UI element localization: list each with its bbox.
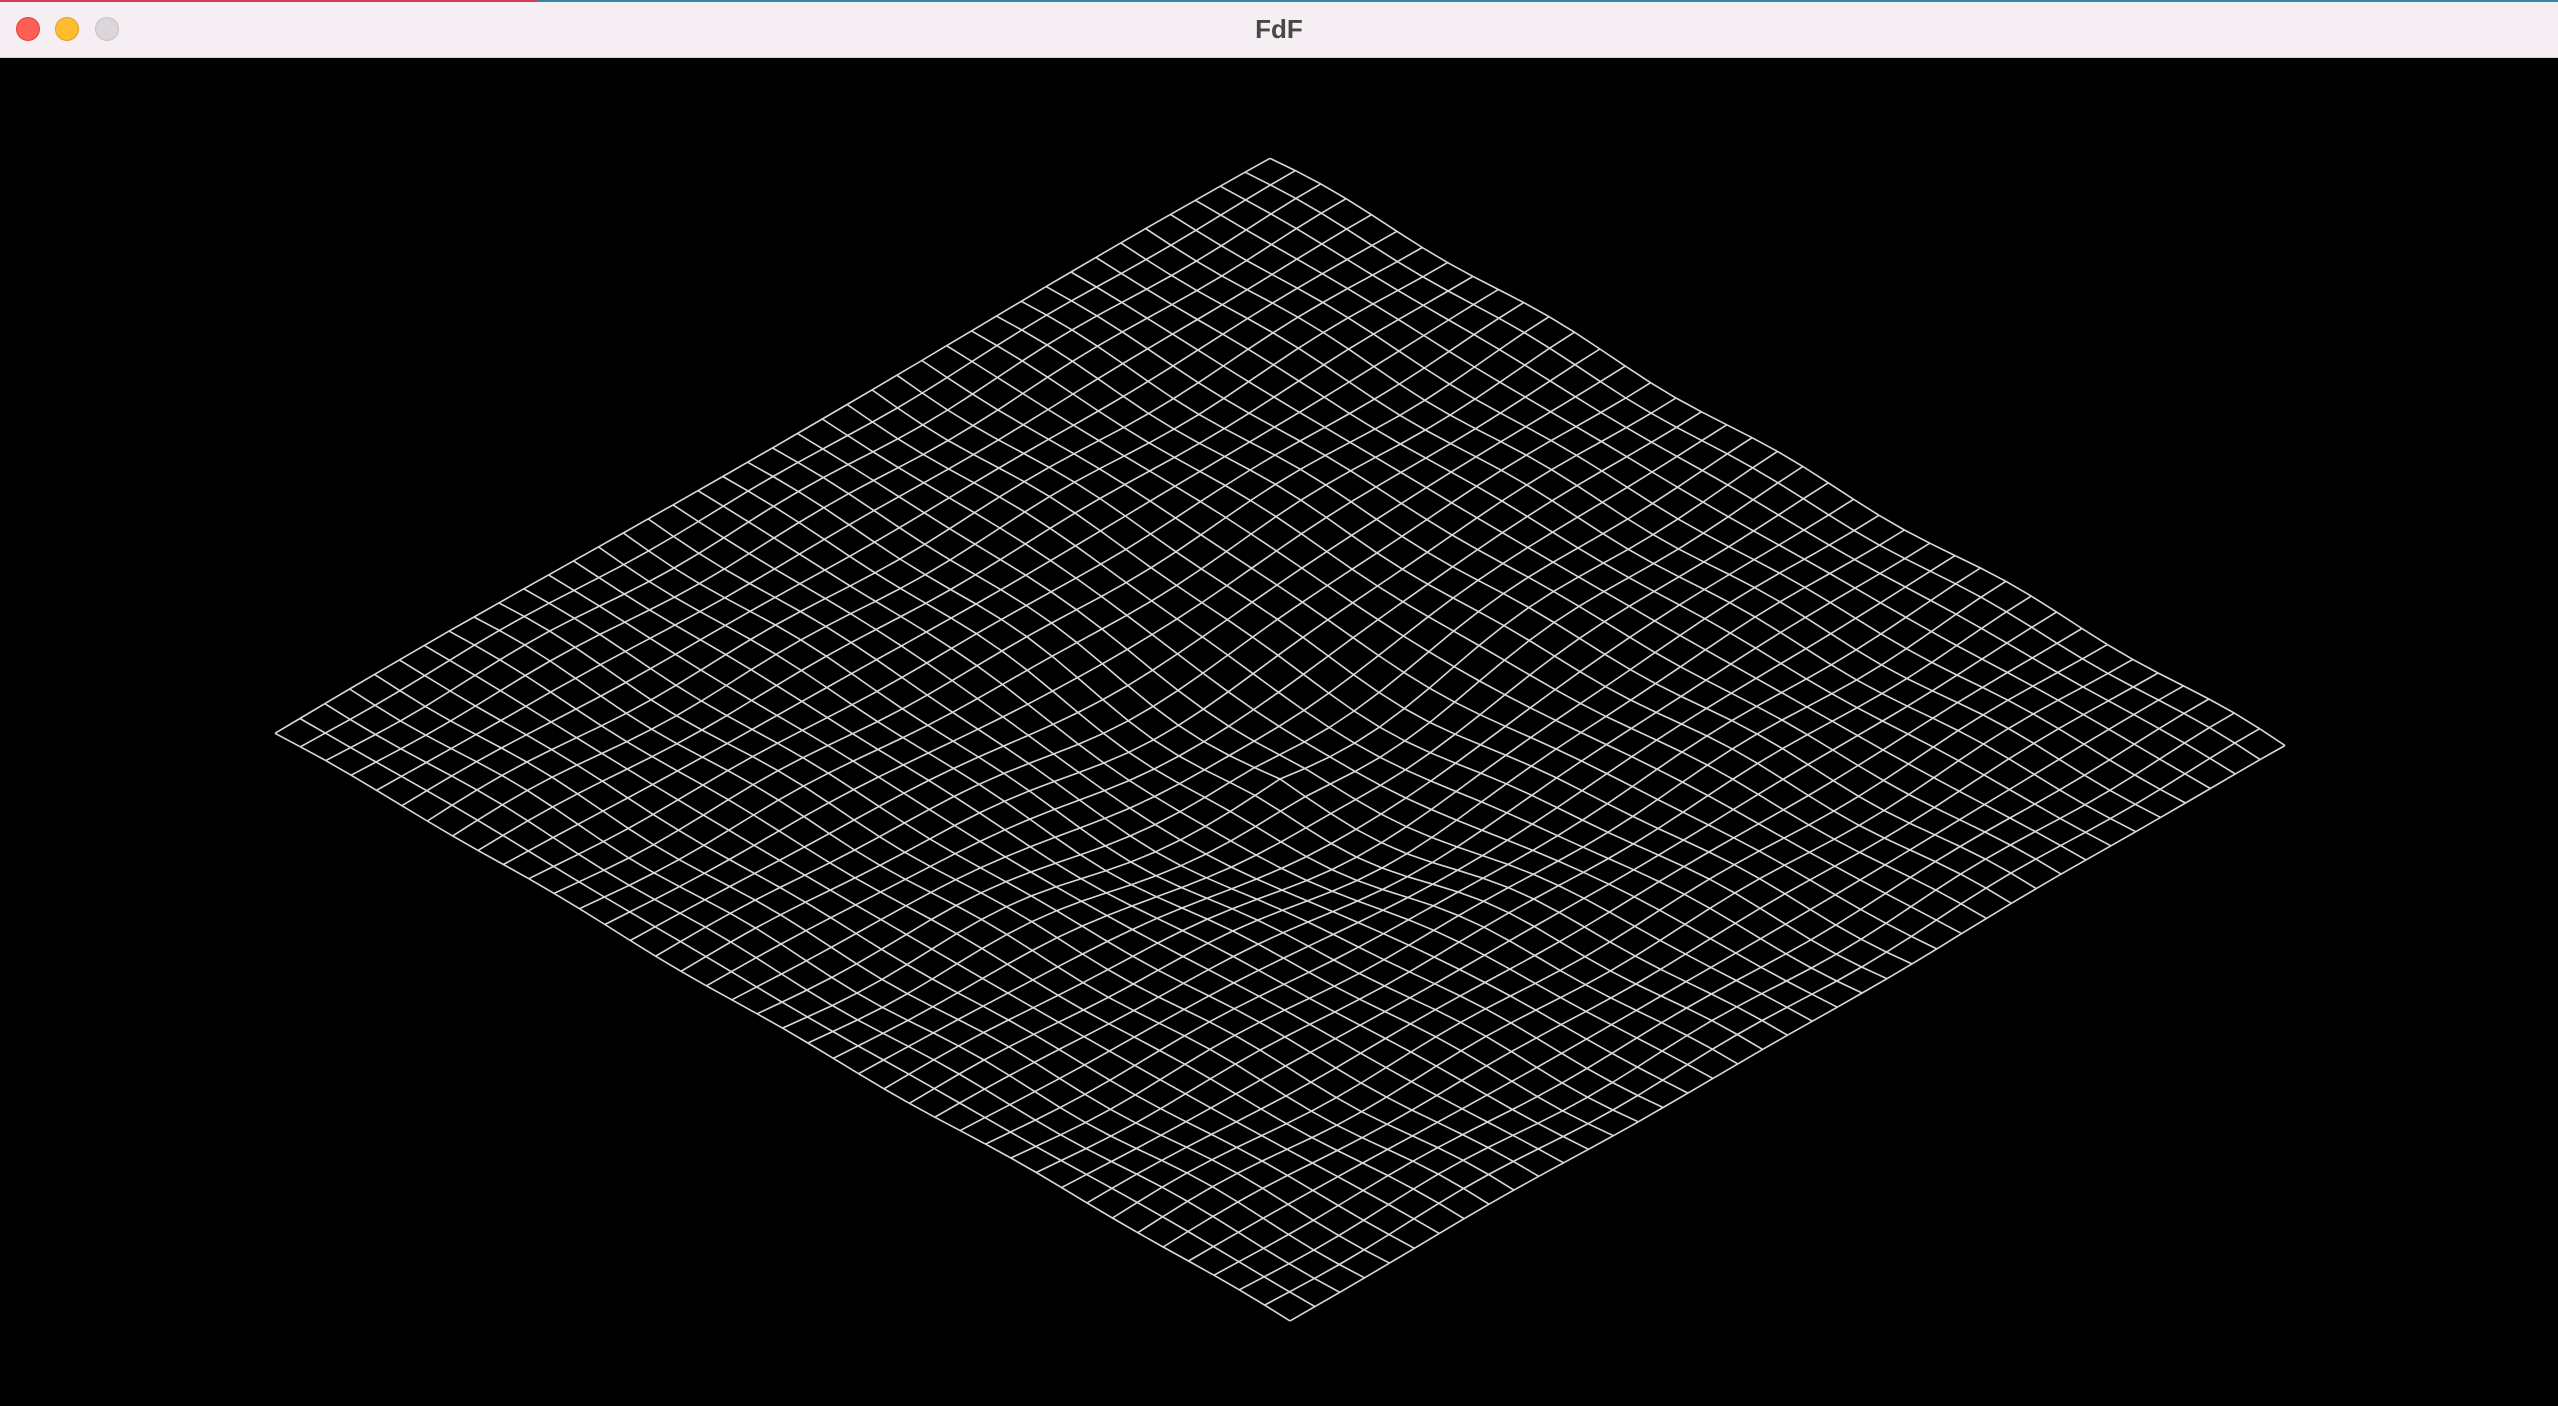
- wire-column-line: [731, 424, 1728, 1001]
- wire-row-line: [1070, 271, 2087, 861]
- wire-row-line: [423, 644, 1440, 1235]
- wire-column-line: [959, 554, 1956, 1132]
- wire-column-line: [300, 169, 1296, 748]
- wire-row-line: [821, 418, 1838, 1008]
- wire-column-line: [1086, 627, 2083, 1204]
- wire-row-line: [548, 574, 1564, 1164]
- wire-column-line: [579, 331, 1575, 910]
- wire-column-line: [832, 482, 1829, 1060]
- render-viewport[interactable]: [0, 58, 2558, 1406]
- wire-row-line: [349, 688, 1365, 1279]
- wire-row-line: [1020, 300, 2037, 890]
- wire-row-line: [299, 717, 1316, 1308]
- window-title: FdF: [1255, 14, 1303, 44]
- wire-row-line: [747, 461, 1764, 1051]
- wire-row-line: [324, 703, 1341, 1294]
- wireframe-mesh: [274, 157, 2286, 1322]
- wire-column-line: [376, 214, 1372, 791]
- wire-row-line: [1244, 171, 2261, 761]
- wire-column-line: [1238, 712, 2235, 1291]
- wire-column-line: [1035, 595, 2032, 1174]
- wire-row-line: [274, 732, 1291, 1322]
- wire-column-line: [1010, 580, 2007, 1159]
- wire-row-line: [971, 330, 1987, 920]
- wire-column-line: [1162, 672, 2159, 1248]
- wire-row-line: [398, 659, 1415, 1250]
- fdf-window: FdF: [0, 0, 2558, 1406]
- wire-row-line: [1045, 285, 2062, 875]
- wire-row-line: [523, 588, 1540, 1177]
- wire-column-line: [1264, 728, 2261, 1306]
- wire-column-line: [1188, 685, 2184, 1262]
- wire-column-line: [274, 157, 1271, 734]
- wire-column-line: [401, 230, 1398, 807]
- wire-column-line: [807, 465, 1804, 1044]
- wire-row-line: [448, 630, 1465, 1220]
- wire-row-line: [846, 403, 1863, 994]
- wire-row-line: [772, 447, 1788, 1036]
- wire-row-line: [672, 504, 1689, 1094]
- wire-column-line: [426, 246, 1423, 822]
- wire-row-line: [697, 490, 1714, 1080]
- wire-row-line: [1095, 256, 2112, 847]
- wire-row-line: [796, 432, 1813, 1022]
- title-bar[interactable]: FdF: [0, 0, 2558, 58]
- wire-column-line: [325, 183, 1322, 762]
- wire-column-line: [782, 450, 1778, 1029]
- wire-column-line: [1213, 698, 2210, 1276]
- wire-column-line: [350, 198, 1347, 776]
- wire-column-line: [1137, 658, 2134, 1234]
